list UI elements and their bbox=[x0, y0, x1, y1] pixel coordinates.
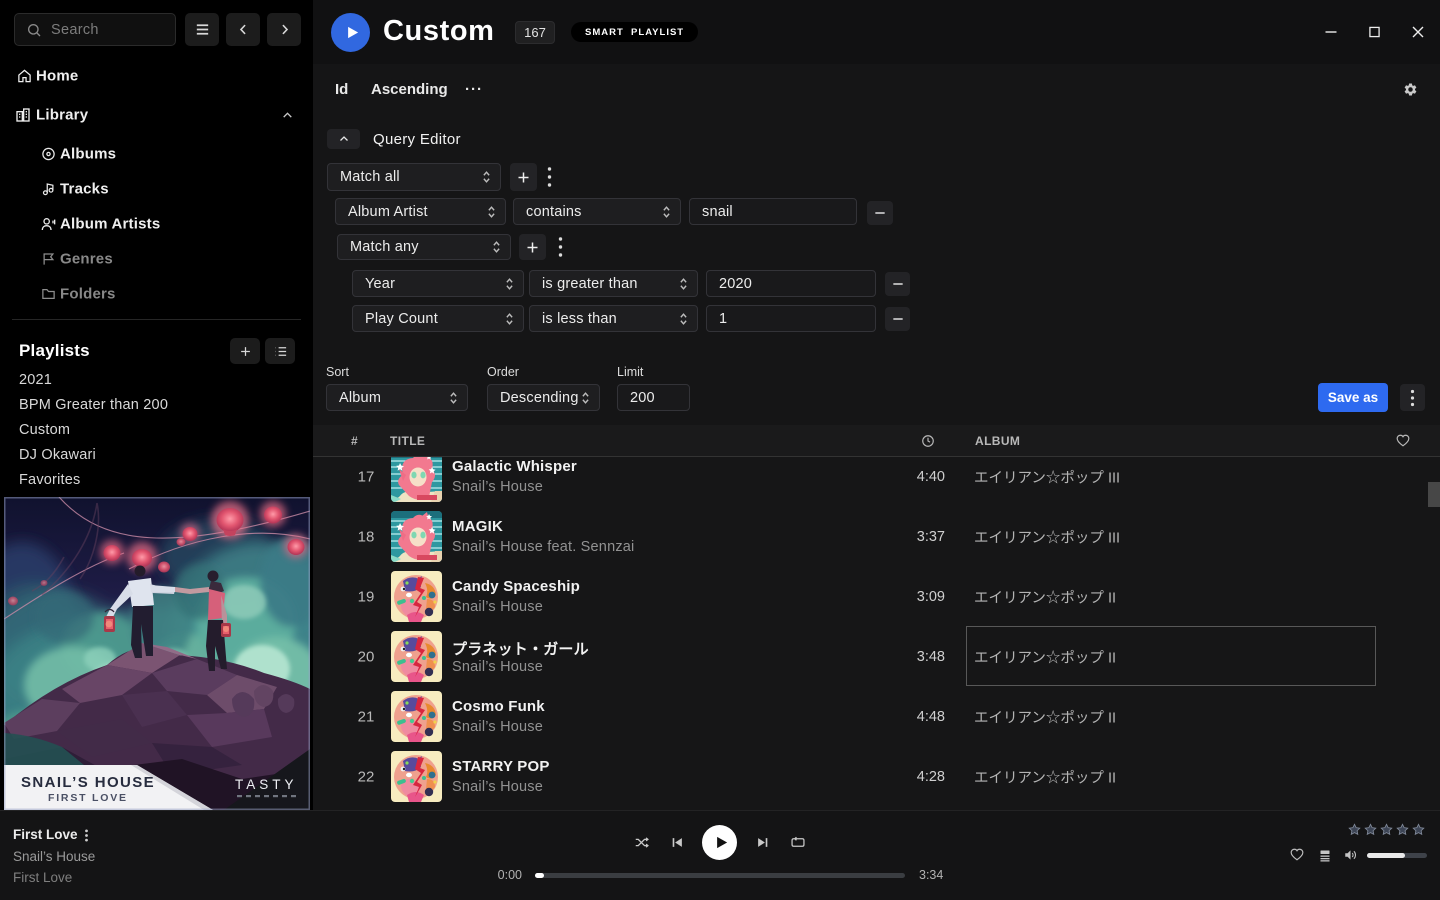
svg-text:SNAIL’S HOUSE: SNAIL’S HOUSE bbox=[21, 774, 155, 791]
svg-text:FIRST LOVE: FIRST LOVE bbox=[48, 792, 128, 804]
svg-text:TASTY: TASTY bbox=[235, 777, 298, 792]
